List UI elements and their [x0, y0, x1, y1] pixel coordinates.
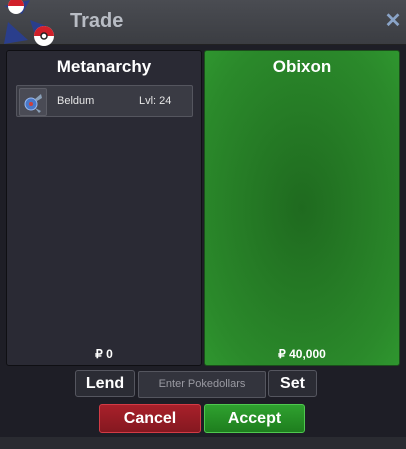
item-level: Lvl: 24: [139, 95, 172, 107]
window-footer: [0, 437, 406, 449]
set-button[interactable]: Set: [268, 370, 317, 397]
trade-item-slot[interactable]: Beldum Lvl: 24: [16, 85, 193, 117]
my-player-name: Metanarchy: [56, 57, 152, 76]
window-title: Trade: [70, 10, 124, 32]
partner-offer-panel: Obixon ₽ 40,000: [204, 50, 400, 366]
my-offer-panel: Metanarchy Beldum Lvl: 24 ₽ 0: [6, 50, 202, 366]
partner-money-offer: ₽ 40,000: [278, 347, 326, 361]
cancel-button[interactable]: Cancel: [99, 404, 201, 433]
window-titlebar: Trade ✕: [0, 0, 406, 46]
close-icon[interactable]: ✕: [383, 11, 403, 31]
pokeball-logo-icon: [4, 0, 54, 46]
accept-button[interactable]: Accept: [204, 404, 305, 433]
beldum-icon: [19, 88, 47, 116]
pokedollars-input[interactable]: Enter Pokedollars: [138, 371, 266, 398]
item-name: Beldum: [57, 95, 95, 107]
lend-button[interactable]: Lend: [75, 370, 135, 397]
my-money-offer: ₽ 0: [95, 347, 113, 361]
partner-player-name: Obixon: [272, 57, 332, 76]
